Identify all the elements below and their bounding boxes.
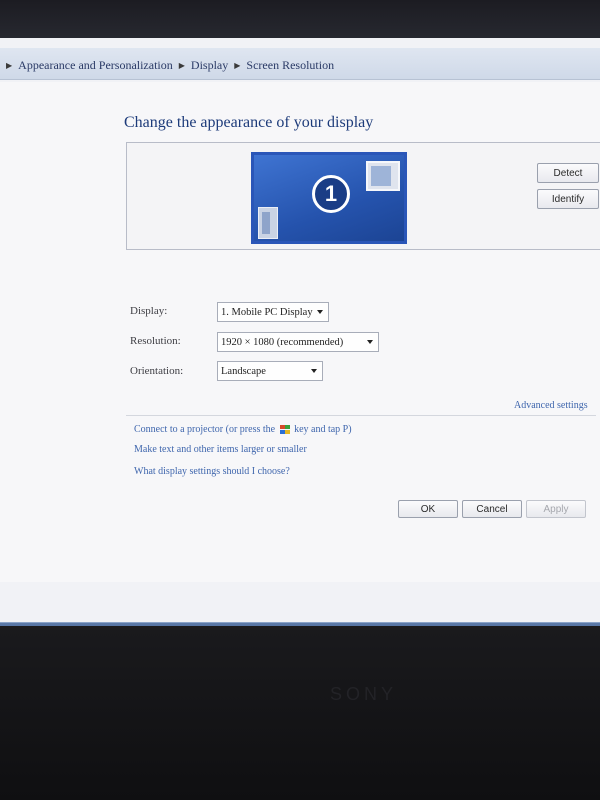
divider <box>126 415 596 416</box>
display-select-value: 1. Mobile PC Display <box>221 306 313 318</box>
monitor-bezel-bottom: SONY <box>0 626 600 800</box>
display-select[interactable]: 1. Mobile PC Display <box>217 302 329 322</box>
advanced-settings-link[interactable]: Advanced settings <box>514 400 588 411</box>
breadcrumb-display[interactable]: Display <box>191 58 228 73</box>
breadcrumb: ▶ Appearance and Personalization ▶ Displ… <box>6 56 334 74</box>
display-label: Display: <box>130 305 168 317</box>
apply-button[interactable]: Apply <box>526 500 586 518</box>
mini-panel-icon <box>258 207 278 239</box>
brand-logo: SONY <box>330 684 398 704</box>
breadcrumb-screen-resolution[interactable]: Screen Resolution <box>246 58 334 73</box>
orientation-select[interactable]: Landscape <box>217 361 323 381</box>
text-size-link[interactable]: Make text and other items larger or smal… <box>134 444 307 455</box>
display-preview: 1 Detect Identify <box>126 142 600 250</box>
breadcrumb-arrow-icon: ▶ <box>6 60 13 70</box>
orientation-label: Orientation: <box>130 365 184 377</box>
breadcrumb-arrow-icon[interactable]: ▶ <box>179 61 185 70</box>
resolution-select-value: 1920 × 1080 (recommended) <box>221 336 344 348</box>
orientation-select-value: Landscape <box>221 365 266 377</box>
ok-button[interactable]: OK <box>398 500 458 518</box>
windows-key-icon <box>279 425 290 435</box>
breadcrumb-appearance[interactable]: Appearance and Personalization <box>18 58 173 73</box>
connect-projector-link[interactable]: Connect to a projector (or press the key… <box>134 424 352 435</box>
resolution-label: Resolution: <box>130 335 181 347</box>
address-bar: ▶ Appearance and Personalization ▶ Displ… <box>0 48 600 80</box>
identify-button[interactable]: Identify <box>537 189 599 209</box>
control-panel-content: Change the appearance of your display 1 … <box>0 82 600 582</box>
screen: ▶ Appearance and Personalization ▶ Displ… <box>0 38 600 630</box>
cancel-button[interactable]: Cancel <box>462 500 522 518</box>
monitor-1-preview[interactable]: 1 <box>251 152 407 244</box>
detect-button[interactable]: Detect <box>537 163 599 183</box>
chevron-down-icon <box>311 369 317 373</box>
display-help-link[interactable]: What display settings should I choose? <box>134 466 290 477</box>
breadcrumb-arrow-icon[interactable]: ▶ <box>234 61 240 70</box>
chevron-down-icon <box>367 340 373 344</box>
monitor-number-badge: 1 <box>312 175 350 213</box>
chevron-down-icon <box>317 310 323 314</box>
resolution-select[interactable]: 1920 × 1080 (recommended) <box>217 332 379 352</box>
mini-window-icon <box>366 161 400 191</box>
page-title: Change the appearance of your display <box>124 114 374 131</box>
